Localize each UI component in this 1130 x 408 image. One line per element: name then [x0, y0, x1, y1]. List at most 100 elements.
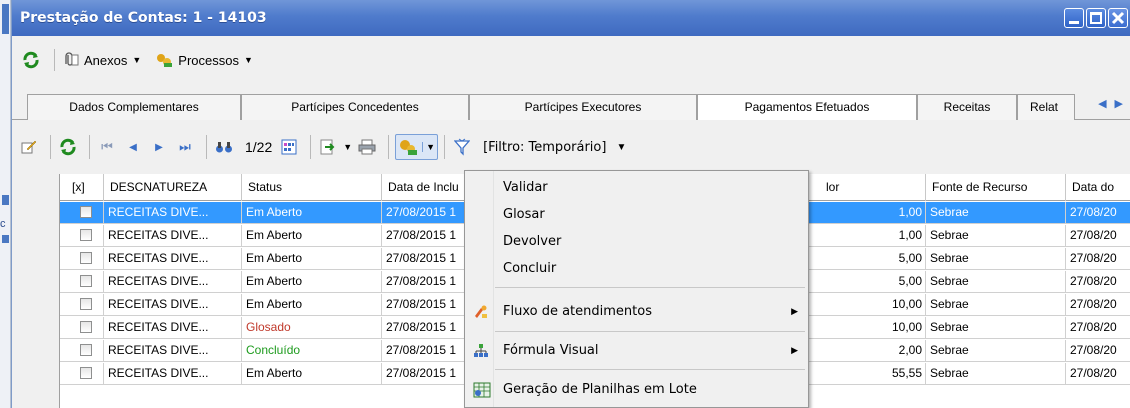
refresh-button[interactable]	[20, 49, 42, 71]
close-button[interactable]	[1108, 8, 1128, 28]
tab-scroll-right-icon[interactable]: ▶	[1115, 97, 1123, 110]
tab-dados-complementares[interactable]: Dados Complementares	[27, 94, 241, 120]
anexos-menu[interactable]: Anexos ▼	[63, 52, 141, 68]
export-button[interactable]	[317, 136, 339, 158]
tab-pagamentos-efetuados[interactable]: Pagamentos Efetuados	[697, 94, 917, 120]
row-checkbox[interactable]	[80, 252, 92, 264]
cell-descnatureza: RECEITAS DIVE...	[104, 248, 242, 270]
cell-data-do: 27/08/20	[1066, 225, 1130, 247]
cell-valor: 1,00	[820, 202, 926, 224]
menu-item-geracao-planilhas[interactable]: Geração de Planilhas em Lote	[465, 375, 808, 405]
chevron-down-icon[interactable]: ▼	[616, 142, 626, 153]
menu-separator	[54, 49, 55, 71]
header-fonte-recurso[interactable]: Fonte de Recurso	[926, 174, 1066, 201]
cell-status: Em Aberto	[242, 363, 382, 385]
header-status[interactable]: Status	[242, 174, 382, 201]
row-checkbox[interactable]	[80, 275, 92, 287]
menu-label: Fluxo de atendimentos	[503, 304, 652, 319]
header-valor[interactable]: lor	[820, 174, 926, 201]
cell-status: Glosado	[242, 317, 382, 339]
processos-menu[interactable]: Processos ▼	[155, 52, 253, 68]
menu-bar: Anexos ▼ Processos ▼	[12, 36, 1130, 84]
next-record-button[interactable]: ▶	[148, 136, 170, 158]
cell-valor: 10,00	[820, 317, 926, 339]
row-checkbox[interactable]	[80, 367, 92, 379]
toolbar-refresh-button[interactable]	[57, 136, 79, 158]
cell-data-do: 27/08/20	[1066, 340, 1130, 362]
refresh-icon	[23, 51, 39, 69]
menu-item-validar[interactable]: Validar	[465, 175, 808, 201]
processos-label: Processos	[178, 52, 239, 68]
prestacao-window: Prestação de Contas: 1 - 14103 Anexos ▼ …	[11, 0, 1130, 408]
filter-icon-button[interactable]	[451, 136, 473, 158]
row-checkbox[interactable]	[80, 344, 92, 356]
menu-item-glosar[interactable]: Glosar	[465, 202, 808, 228]
header-descnatureza[interactable]: DESCNATUREZA	[104, 174, 242, 201]
previous-record-button[interactable]: ◀	[122, 136, 144, 158]
submenu-arrow-icon: ▶	[791, 307, 798, 317]
maximize-button[interactable]	[1086, 8, 1106, 28]
cell-data-do: 27/08/20	[1066, 202, 1130, 224]
processos-dropdown-button[interactable]: ▼	[395, 134, 439, 160]
minimize-icon	[1069, 21, 1079, 24]
menu-label: Geração de Planilhas em Lote	[503, 382, 697, 397]
processos-icon	[157, 54, 173, 67]
cell-valor: 5,00	[820, 271, 926, 293]
tab-strip: Dados Complementares Partícipes Conceden…	[12, 93, 1130, 120]
cell-status: Em Aberto	[242, 225, 382, 247]
tab-scroll-left-icon[interactable]: ◀	[1098, 97, 1106, 110]
print-button[interactable]	[356, 136, 378, 158]
close-icon	[1111, 11, 1125, 25]
maximize-icon	[1090, 12, 1102, 24]
first-record-button[interactable]: ⏮	[96, 136, 118, 158]
row-checkbox[interactable]	[80, 321, 92, 333]
cell-fonte-recurso: Sebrae	[926, 202, 1066, 224]
cell-fonte-recurso: Sebrae	[926, 294, 1066, 316]
export-icon	[320, 139, 335, 155]
last-record-icon: ⏭	[179, 139, 191, 154]
minimize-button[interactable]	[1064, 8, 1084, 28]
menu-item-formula-visual[interactable]: Fórmula Visual ▶	[465, 336, 808, 366]
row-checkbox[interactable]	[80, 206, 92, 218]
menu-item-devolver[interactable]: Devolver	[465, 229, 808, 255]
chevron-down-icon[interactable]: ▼	[343, 142, 352, 152]
menu-item-fluxo-atendimentos[interactable]: Fluxo de atendimentos ▶	[465, 297, 808, 327]
menu-item-concluir[interactable]: Concluir	[465, 256, 808, 282]
filter-label[interactable]: [Filtro: Temporário]	[483, 140, 606, 155]
submenu-arrow-icon: ▶	[791, 346, 798, 356]
title-bar[interactable]: Prestação de Contas: 1 - 14103	[12, 0, 1130, 36]
row-checkbox-cell	[60, 294, 104, 316]
tab-relat[interactable]: Relat	[1017, 94, 1075, 120]
tab-receitas[interactable]: Receitas	[917, 94, 1017, 120]
edit-button[interactable]	[18, 136, 40, 158]
header-data-do[interactable]: Data do	[1066, 174, 1130, 201]
paperclip-icon	[65, 52, 79, 66]
tab-participes-executores[interactable]: Partícipes Executores	[469, 94, 697, 120]
cell-descnatureza: RECEITAS DIVE...	[104, 340, 242, 362]
chevron-down-icon: ▼	[132, 55, 142, 65]
row-checkbox[interactable]	[80, 229, 92, 241]
tab-participes-concedentes[interactable]: Partícipes Concedentes	[241, 94, 469, 120]
cell-data-do: 27/08/20	[1066, 363, 1130, 385]
calendar-button[interactable]	[278, 136, 300, 158]
menu-label: Glosar	[503, 207, 545, 222]
anexos-label: Anexos	[84, 52, 128, 68]
cell-fonte-recurso: Sebrae	[926, 317, 1066, 339]
chevron-down-icon: ▼	[422, 142, 435, 152]
cell-valor: 10,00	[820, 294, 926, 316]
fluxo-icon	[475, 305, 487, 318]
cell-data-do: 27/08/20	[1066, 294, 1130, 316]
strip-letter: c	[0, 218, 6, 230]
header-check[interactable]: [x]	[60, 174, 104, 201]
last-record-button[interactable]: ⏭	[174, 136, 196, 158]
find-button[interactable]	[213, 136, 235, 158]
menu-label: Concluir	[503, 261, 557, 276]
cell-data-do: 27/08/20	[1066, 271, 1130, 293]
cell-fonte-recurso: Sebrae	[926, 225, 1066, 247]
row-checkbox[interactable]	[80, 298, 92, 310]
formula-visual-icon	[474, 344, 488, 357]
cell-descnatureza: RECEITAS DIVE...	[104, 225, 242, 247]
tab-scroll: ◀ ▶	[1098, 97, 1123, 110]
filter-icon	[454, 138, 471, 156]
cell-data-do: 27/08/20	[1066, 317, 1130, 339]
